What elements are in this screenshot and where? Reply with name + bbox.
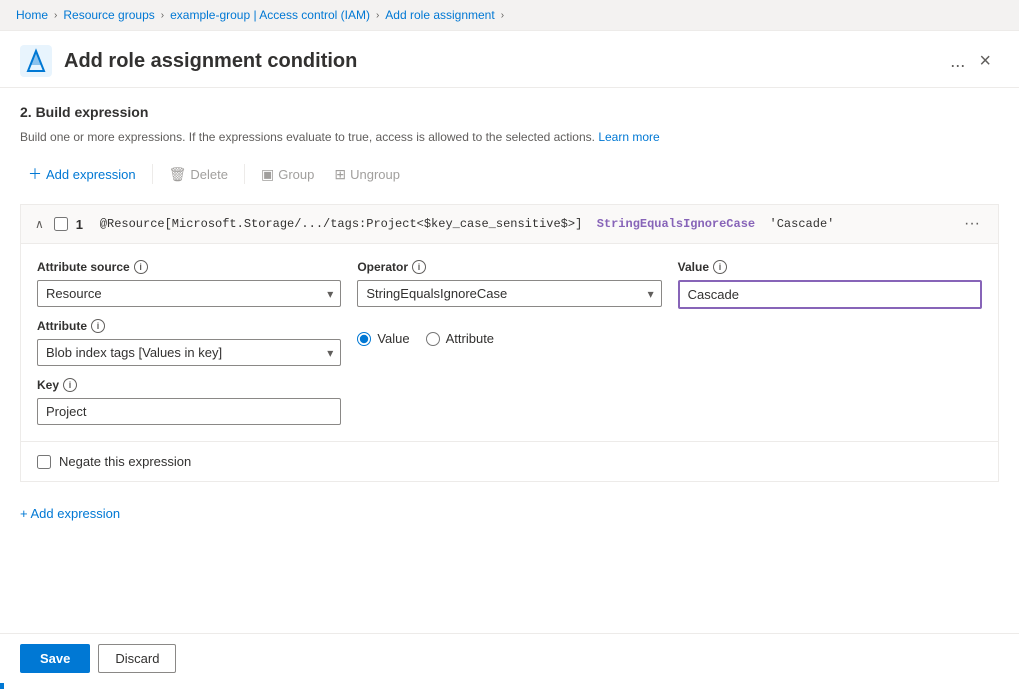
value-group: Value i <box>678 260 982 425</box>
attribute-source-info-icon[interactable]: i <box>134 260 148 274</box>
panel-menu-button[interactable]: ... <box>944 49 971 74</box>
breadcrumb-sep-1: › <box>54 10 57 21</box>
ungroup-button[interactable]: ⊞ Ungroup <box>326 162 408 187</box>
ungroup-icon: ⊞ <box>334 166 346 183</box>
section-description-text: Build one or more expressions. If the ex… <box>20 130 595 144</box>
attribute-group: Attribute i Blob index tags [Values in k… <box>37 319 341 366</box>
panel-title: Add role assignment condition <box>64 50 936 73</box>
breadcrumb-sep-4: › <box>501 10 504 21</box>
delete-icon: 🗑 <box>169 166 187 183</box>
add-expression-toolbar-button[interactable]: ＋ Add expression <box>20 160 144 188</box>
operator-info-icon[interactable]: i <box>412 260 426 274</box>
formula-prefix: @Resource[Microsoft.Storage/.../tags:Pro… <box>100 217 582 231</box>
breadcrumb-sep-3: › <box>376 10 379 21</box>
breadcrumb-example-group[interactable]: example-group | Access control (IAM) <box>170 8 370 22</box>
expression-checkbox[interactable] <box>54 217 68 231</box>
collapse-button[interactable]: ∧ <box>33 215 46 233</box>
expression-body: Attribute source i Resource Request Envi… <box>21 244 998 441</box>
panel-content: 2. Build expression Build one or more ex… <box>0 88 1019 633</box>
attribute-radio[interactable] <box>426 332 440 346</box>
value-radio[interactable] <box>357 332 371 346</box>
attribute-source-select[interactable]: Resource Request Environment <box>37 280 341 307</box>
operator-select[interactable]: StringEqualsIgnoreCase StringEquals Stri… <box>357 280 661 307</box>
breadcrumb-sep-2: › <box>161 10 164 21</box>
attribute-radio-label[interactable]: Attribute <box>426 331 494 346</box>
value-label: Value i <box>678 260 982 274</box>
breadcrumb-resource-groups[interactable]: Resource groups <box>63 8 154 22</box>
key-label: Key i <box>37 378 341 392</box>
value-info-icon[interactable]: i <box>713 260 727 274</box>
attribute-select-wrapper: Blob index tags [Values in key] Containe… <box>37 339 341 366</box>
azure-icon <box>20 45 52 77</box>
plus-icon: ＋ <box>28 164 42 184</box>
section-description: Build one or more expressions. If the ex… <box>20 128 999 146</box>
attribute-label: Attribute i <box>37 319 341 333</box>
value-radio-label[interactable]: Value <box>357 331 409 346</box>
operator-label: Operator i <box>357 260 661 274</box>
formula-string-val: 'Cascade' <box>762 217 834 231</box>
expression-header: ∧ 1 @Resource[Microsoft.Storage/.../tags… <box>21 205 998 244</box>
breadcrumb: Home › Resource groups › example-group |… <box>0 0 1019 31</box>
key-group: Key i <box>37 378 341 425</box>
toolbar-sep-1 <box>152 164 153 184</box>
toolbar: ＋ Add expression 🗑 Delete ▣ Group ⊞ Ungr… <box>20 160 999 188</box>
group-label: Group <box>278 167 314 182</box>
value-input[interactable] <box>678 280 982 309</box>
negate-section: Negate this expression <box>21 441 998 481</box>
formula-func-name: StringEqualsIgnoreCase <box>589 217 755 231</box>
toolbar-sep-2 <box>244 164 245 184</box>
negate-label[interactable]: Negate this expression <box>59 454 191 469</box>
expression-formula: @Resource[Microsoft.Storage/.../tags:Pro… <box>100 217 950 231</box>
operator-group: Operator i StringEqualsIgnoreCase String… <box>357 260 661 425</box>
left-column: Attribute source i Resource Request Envi… <box>37 260 341 425</box>
breadcrumb-home[interactable]: Home <box>16 8 48 22</box>
add-expression-bottom-button[interactable]: + Add expression <box>20 502 120 525</box>
delete-button[interactable]: 🗑 Delete <box>161 162 236 187</box>
main-panel: Add role assignment condition ... × 2. B… <box>0 31 1019 683</box>
panel-close-button[interactable]: × <box>971 46 999 77</box>
section-heading: 2. Build expression <box>20 104 999 120</box>
discard-button[interactable]: Discard <box>98 644 176 673</box>
delete-label: Delete <box>190 167 228 182</box>
attribute-source-select-wrapper: Resource Request Environment <box>37 280 341 307</box>
group-icon: ▣ <box>261 166 274 183</box>
expression-number: 1 <box>76 217 92 232</box>
key-input[interactable] <box>37 398 341 425</box>
attribute-info-icon[interactable]: i <box>91 319 105 333</box>
expression-fields: Attribute source i Resource Request Envi… <box>37 260 982 425</box>
expression-more-button[interactable]: ··· <box>958 213 986 235</box>
add-expression-bottom-label: + Add expression <box>20 506 120 521</box>
key-info-icon[interactable]: i <box>63 378 77 392</box>
operator-select-wrapper: StringEqualsIgnoreCase StringEquals Stri… <box>357 280 661 307</box>
save-button[interactable]: Save <box>20 644 90 673</box>
breadcrumb-current: Add role assignment <box>385 8 494 22</box>
panel-footer: Save Discard <box>0 633 1019 683</box>
expression-1: ∧ 1 @Resource[Microsoft.Storage/.../tags… <box>20 204 999 482</box>
attribute-select[interactable]: Blob index tags [Values in key] Containe… <box>37 339 341 366</box>
group-button[interactable]: ▣ Group <box>253 162 322 187</box>
add-expression-label: Add expression <box>46 167 136 182</box>
value-attribute-radio-group: Value Attribute <box>357 331 661 346</box>
negate-checkbox[interactable] <box>37 455 51 469</box>
add-expression-bottom: + Add expression <box>20 494 999 529</box>
panel-header: Add role assignment condition ... × <box>0 31 1019 88</box>
ungroup-label: Ungroup <box>350 167 400 182</box>
attribute-source-group: Attribute source i Resource Request Envi… <box>37 260 341 307</box>
learn-more-link[interactable]: Learn more <box>598 130 659 144</box>
attribute-source-label: Attribute source i <box>37 260 341 274</box>
